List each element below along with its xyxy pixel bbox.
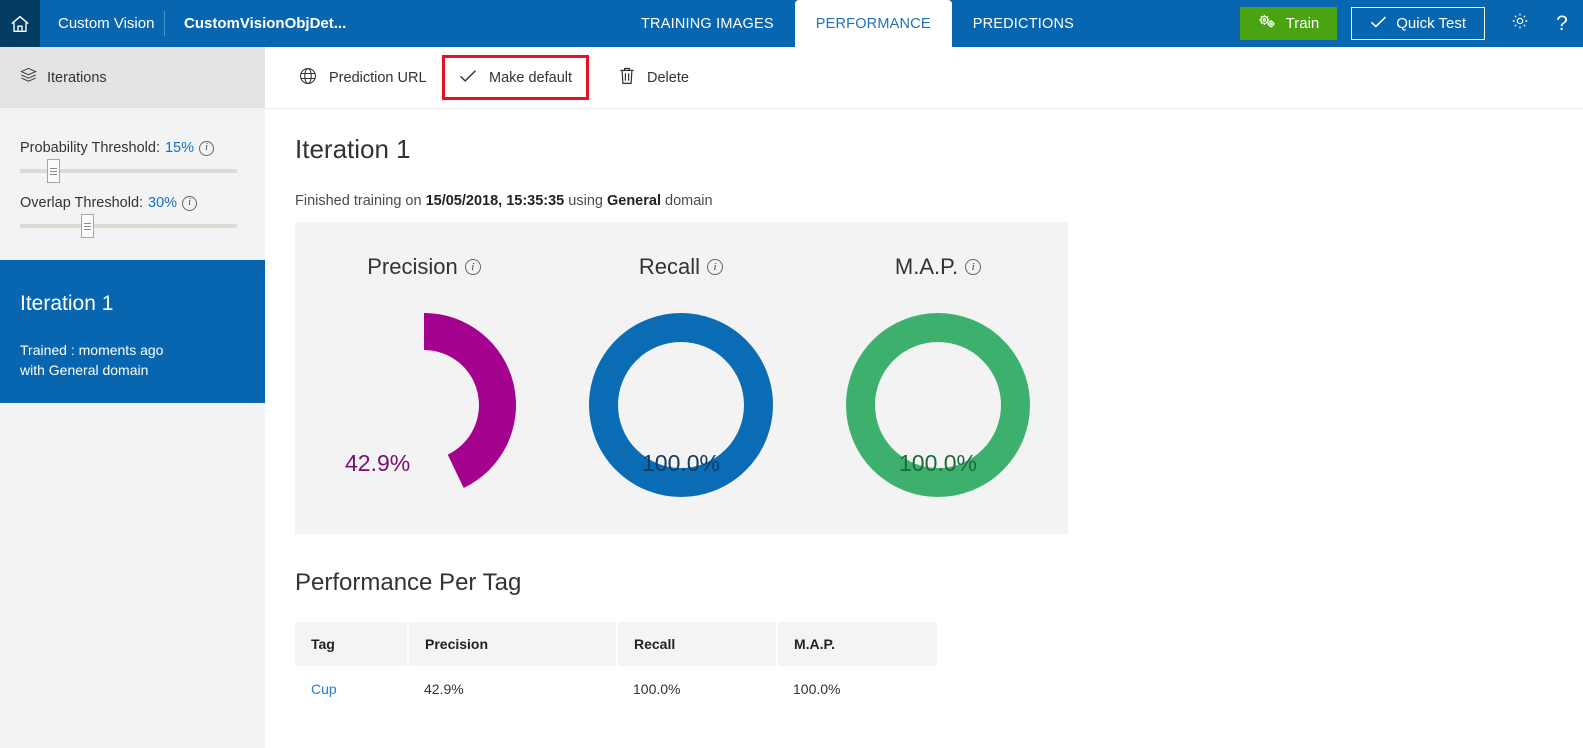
trash-icon (619, 67, 635, 89)
precision-title: Precision i (295, 254, 553, 280)
probability-threshold-value: 15% (165, 140, 194, 156)
sidebar: Iterations Probability Threshold: 15% i … (0, 47, 265, 748)
settings-button[interactable] (1499, 0, 1541, 47)
iteration-card-title: Iteration 1 (20, 292, 265, 316)
iteration-card-domain-line: with General domain (20, 360, 265, 380)
prediction-url-button[interactable]: Prediction URL (285, 47, 441, 108)
map-value: 100.0% (809, 450, 1067, 477)
overlap-threshold-thumb[interactable] (81, 214, 94, 238)
layers-icon (20, 67, 37, 88)
recall-donut-svg (552, 297, 810, 533)
overlap-threshold-slider[interactable] (20, 224, 237, 228)
meta-middle: using (564, 193, 607, 209)
column-header-recall: Recall (617, 622, 777, 666)
column-header-map: M.A.P. (777, 622, 937, 666)
tab-performance[interactable]: PERFORMANCE (795, 0, 952, 47)
precision-donut-chart (295, 297, 553, 533)
cell-precision: 42.9% (408, 666, 617, 712)
main-tabs: TRAINING IMAGES PERFORMANCE PREDICTIONS (620, 0, 1095, 47)
probability-threshold-slider[interactable] (20, 169, 237, 173)
cell-map: 100.0% (777, 666, 937, 712)
iteration-card-subtitle: Trained : moments ago with General domai… (20, 340, 265, 381)
train-button-label: Train (1286, 15, 1320, 32)
checkmark-icon (1370, 15, 1387, 33)
overlap-threshold-value: 30% (148, 195, 177, 211)
app-root: Custom Vision CustomVisionObjDet... TRAI… (0, 0, 1583, 748)
info-icon[interactable]: i (965, 259, 981, 275)
make-default-button[interactable]: Make default (442, 55, 589, 100)
column-header-precision: Precision (408, 622, 617, 666)
cell-tag: Cup (295, 666, 408, 712)
checkmark-icon (459, 69, 477, 87)
meta-prefix: Finished training on (295, 193, 426, 209)
column-header-tag: Tag (295, 622, 408, 666)
overlap-threshold-text: Overlap Threshold: (20, 195, 143, 211)
map-title: M.A.P. i (809, 254, 1067, 280)
info-icon[interactable]: i (182, 196, 197, 211)
sidebar-header-label: Iterations (47, 70, 107, 86)
metric-precision: Precision i 42.9% (295, 222, 553, 534)
info-icon[interactable]: i (199, 141, 214, 156)
metric-map: M.A.P. i 100.0% (809, 222, 1067, 534)
map-donut-svg (809, 297, 1067, 533)
train-button[interactable]: Train (1240, 7, 1338, 40)
top-action-group: Train Quick Test ? (1240, 0, 1583, 47)
info-icon[interactable]: i (465, 259, 481, 275)
recall-value: 100.0% (552, 450, 810, 477)
home-icon (9, 13, 31, 35)
page-title: Iteration 1 (295, 134, 411, 165)
recall-donut-chart (552, 297, 810, 533)
question-mark-icon: ? (1556, 12, 1568, 36)
tab-predictions[interactable]: PREDICTIONS (952, 0, 1095, 47)
training-meta: Finished training on 15/05/2018, 15:35:3… (295, 193, 713, 209)
globe-icon (299, 67, 317, 89)
map-title-label: M.A.P. (895, 254, 958, 280)
probability-threshold-thumb[interactable] (47, 159, 60, 183)
iteration-toolbar: Prediction URL Make default Delete (265, 47, 1583, 109)
delete-button[interactable]: Delete (605, 47, 703, 108)
top-navigation-bar: Custom Vision CustomVisionObjDet... TRAI… (0, 0, 1583, 47)
help-button[interactable]: ? (1541, 0, 1583, 47)
gears-icon (1258, 13, 1277, 34)
precision-title-label: Precision (367, 254, 457, 280)
table-row: Cup 42.9% 100.0% 100.0% (295, 666, 937, 712)
precision-value: 42.9% (345, 450, 410, 477)
table-header-row: Tag Precision Recall M.A.P. (295, 622, 937, 666)
quick-test-button[interactable]: Quick Test (1351, 7, 1485, 40)
main-content: Iteration 1 Finished training on 15/05/2… (265, 109, 1583, 748)
performance-per-tag-table: Tag Precision Recall M.A.P. Cup 42.9% 10… (295, 622, 937, 712)
iteration-card-trained-line: Trained : moments ago (20, 340, 265, 360)
metric-recall: Recall i 100.0% (552, 222, 810, 534)
map-donut-chart (809, 297, 1067, 533)
brand-divider (164, 11, 165, 36)
quick-test-button-label: Quick Test (1396, 15, 1466, 32)
home-button[interactable] (0, 0, 40, 47)
sidebar-item-iteration-1[interactable]: Iteration 1 Trained : moments ago with G… (0, 260, 265, 403)
meta-date: 15/05/2018, 15:35:35 (426, 193, 565, 209)
tab-training-images[interactable]: TRAINING IMAGES (620, 0, 795, 47)
meta-domain: General (607, 193, 661, 209)
overlap-threshold-label: Overlap Threshold: 30% i (20, 195, 237, 211)
threshold-controls: Probability Threshold: 15% i Overlap Thr… (20, 140, 237, 250)
brand-label[interactable]: Custom Vision (58, 0, 154, 47)
prediction-url-label: Prediction URL (329, 70, 427, 86)
metrics-panel: Precision i 42.9% Recall i (295, 222, 1068, 534)
probability-threshold-label: Probability Threshold: 15% i (20, 140, 237, 156)
probability-threshold-text: Probability Threshold: (20, 140, 160, 156)
precision-donut-svg (295, 297, 553, 533)
meta-suffix: domain (661, 193, 713, 209)
tag-link[interactable]: Cup (311, 681, 337, 697)
gear-icon (1510, 11, 1530, 36)
make-default-label: Make default (489, 70, 572, 86)
recall-title: Recall i (552, 254, 810, 280)
section-title-performance-per-tag: Performance Per Tag (295, 569, 521, 597)
recall-title-label: Recall (639, 254, 700, 280)
info-icon[interactable]: i (707, 259, 723, 275)
project-name-label[interactable]: CustomVisionObjDet... (184, 0, 346, 47)
cell-recall: 100.0% (617, 666, 777, 712)
delete-label: Delete (647, 70, 689, 86)
sidebar-header: Iterations (0, 47, 265, 108)
